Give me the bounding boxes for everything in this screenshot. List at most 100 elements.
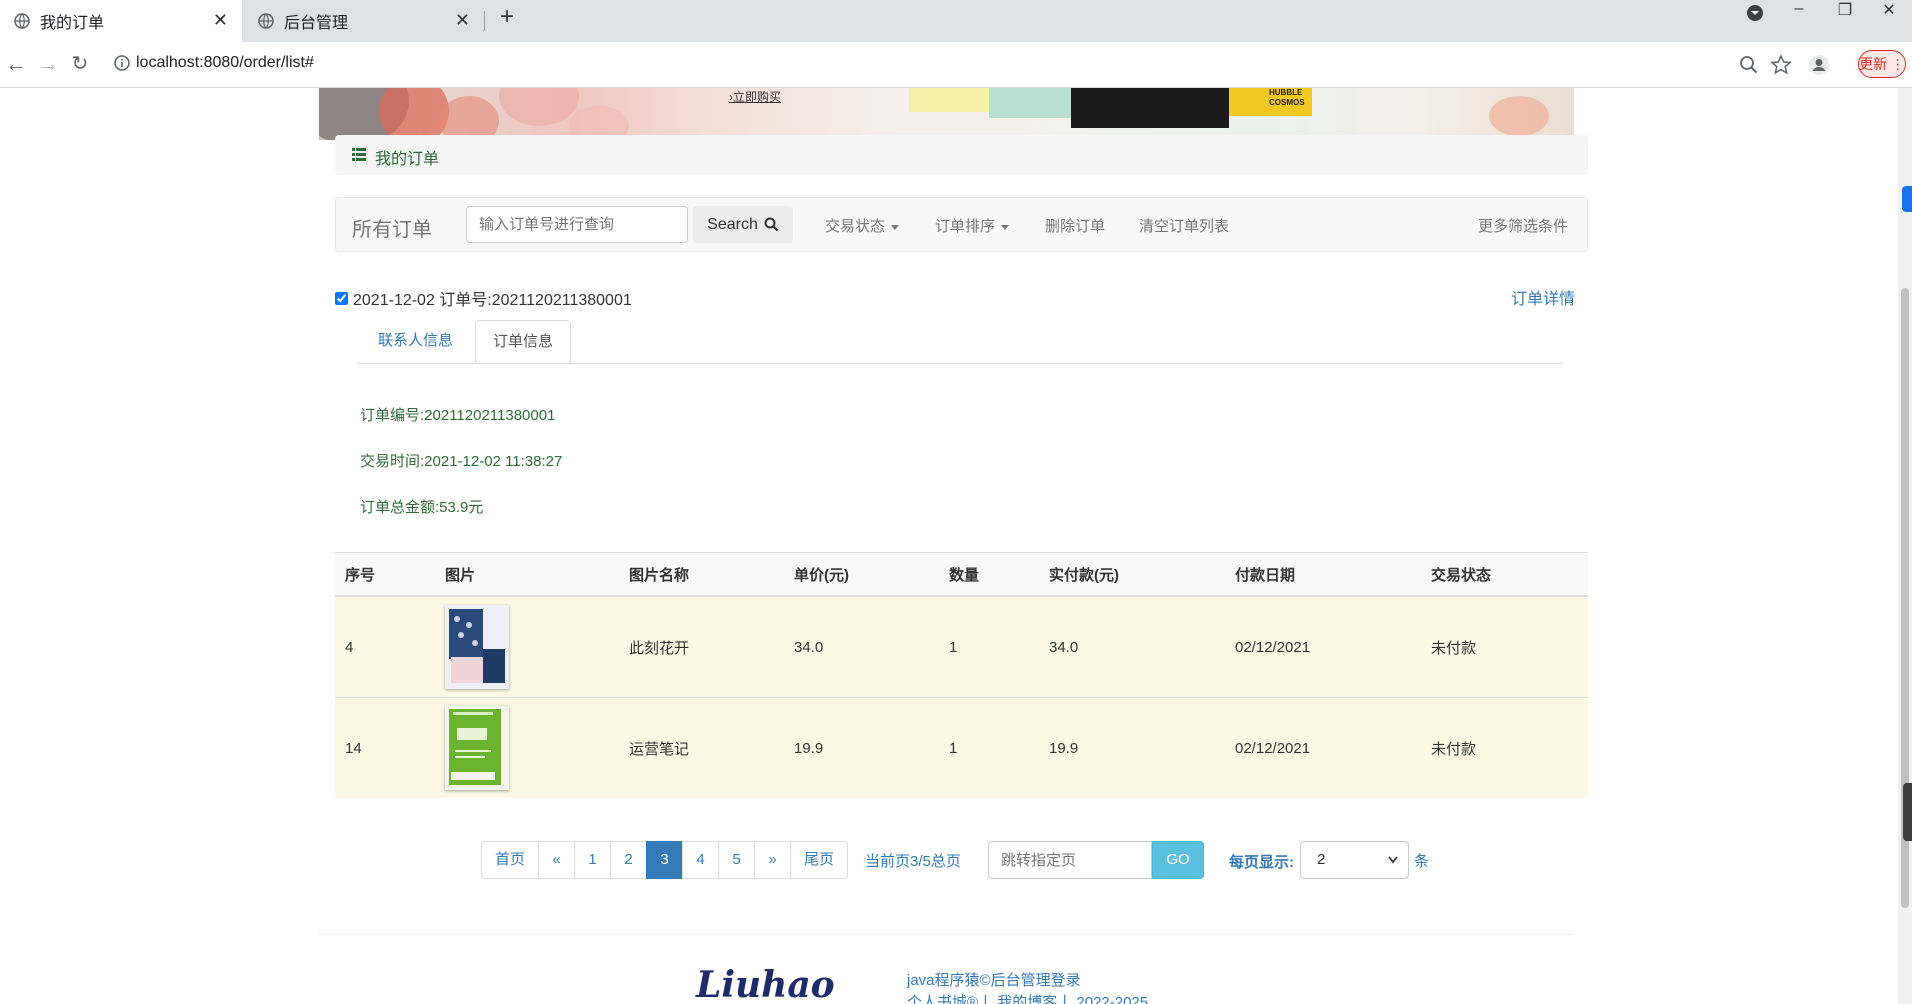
- breadcrumb: 我的订单: [335, 135, 1588, 175]
- close-icon[interactable]: ✕: [455, 10, 470, 31]
- new-tab-plus-icon[interactable]: +: [492, 3, 522, 31]
- page-scrollbar[interactable]: [1898, 88, 1912, 1004]
- order-select-checkbox[interactable]: [335, 291, 348, 305]
- search-icon: [764, 217, 779, 232]
- window-close-icon[interactable]: ✕: [1874, 0, 1904, 24]
- restore-icon[interactable]: ❐: [1830, 0, 1860, 24]
- side-extension-tab[interactable]: [1902, 186, 1912, 212]
- go-button[interactable]: GO: [1152, 841, 1204, 879]
- jump-page-input[interactable]: [988, 841, 1152, 879]
- url-field[interactable]: localhost:8080/order/list#: [108, 47, 1908, 81]
- table-row: 4 此刻花开 34.0 1 34.0 02/12/2021 未付款: [335, 595, 1588, 698]
- banner-decoration: [439, 96, 499, 140]
- page-number[interactable]: 5: [718, 841, 755, 879]
- bookmark-star-icon[interactable]: [1770, 54, 1792, 76]
- table-row: 14 运营笔记 19.9 1 19.9 02/12/2021 未付款: [335, 697, 1588, 798]
- banner-buy-link[interactable]: ›立即购买: [729, 88, 781, 105]
- forward-arrow-icon[interactable]: →: [34, 51, 62, 77]
- column-header: 单价(元): [784, 552, 939, 597]
- row-name: 运营笔记: [619, 697, 784, 798]
- reload-icon[interactable]: ↻: [66, 51, 94, 76]
- info-icon: [114, 55, 130, 71]
- order-header-text: 2021-12-02 订单号:2021120211380001: [353, 292, 632, 309]
- order-search-input[interactable]: [466, 206, 688, 243]
- footer-divider: [319, 934, 1574, 935]
- row-name: 此刻花开: [619, 595, 784, 698]
- row-date: 02/12/2021: [1225, 697, 1421, 798]
- order-header: 2021-12-02 订单号:2021120211380001: [335, 286, 632, 310]
- tab-title: 我的订单: [40, 15, 105, 32]
- all-orders-brand[interactable]: 所有订单: [352, 213, 432, 242]
- browser-tab-bar: 我的订单 ✕ 后台管理 ✕ + – ❐ ✕: [0, 0, 1912, 42]
- caret-down-icon: [1001, 224, 1010, 230]
- per-page-unit: 条: [1414, 853, 1430, 870]
- row-paid: 34.0: [1039, 595, 1225, 698]
- promo-banner[interactable]: ›立即购买 HUBBLE COSMOS: [319, 88, 1574, 140]
- page-number-current[interactable]: 3: [646, 841, 683, 879]
- footer-links[interactable]: 个人书城®丨 我的博客丨 2022-2025: [907, 991, 1148, 1004]
- page-number[interactable]: 2: [610, 841, 647, 879]
- per-page-label: 每页显示:: [1229, 854, 1294, 871]
- per-page-value: 2: [1317, 851, 1326, 868]
- order-detail-link[interactable]: 订单详情: [1511, 285, 1575, 309]
- row-paid: 19.9: [1039, 697, 1225, 798]
- row-price: 19.9: [784, 697, 939, 798]
- row-image-cell: [435, 595, 619, 698]
- clear-order-list-link[interactable]: 清空订单列表: [1139, 215, 1229, 236]
- side-panel-handle[interactable]: [1903, 783, 1912, 841]
- order-sort-dropdown[interactable]: 订单排序: [935, 215, 1010, 236]
- close-icon[interactable]: ✕: [213, 10, 228, 31]
- book-cover-image[interactable]: [445, 605, 509, 689]
- table-header-row: 序号 图片 图片名称 单价(元) 数量 实付款(元) 付款日期 交易状态: [335, 552, 1588, 597]
- per-page-select[interactable]: 2: [1300, 841, 1409, 879]
- page-content: ›立即购买 HUBBLE COSMOS 我的订单 所有订单 Search 交易状…: [0, 88, 1912, 1004]
- profile-dropdown-icon[interactable]: [1740, 4, 1770, 28]
- search-button[interactable]: Search: [693, 206, 793, 243]
- delete-order-link[interactable]: 删除订单: [1045, 215, 1105, 236]
- banner-book-cover: [909, 88, 989, 112]
- row-date: 02/12/2021: [1225, 595, 1421, 698]
- page-first[interactable]: 首页: [481, 841, 539, 879]
- order-sort-label: 订单排序: [935, 218, 996, 235]
- browser-tab-admin[interactable]: 后台管理 ✕: [244, 0, 484, 42]
- globe-icon: [258, 13, 274, 29]
- banner-book-cover: [989, 88, 1074, 118]
- update-button[interactable]: 更新 ⋮: [1858, 50, 1906, 78]
- row-status: 未付款: [1421, 697, 1588, 798]
- page-info: 当前页3/5总页: [865, 853, 961, 870]
- page-next[interactable]: »: [754, 841, 791, 879]
- column-header: 实付款(元): [1039, 552, 1225, 597]
- back-arrow-icon[interactable]: ←: [2, 51, 30, 77]
- trade-status-dropdown[interactable]: 交易状态: [825, 215, 900, 236]
- row-quantity: 1: [939, 595, 1039, 698]
- page-number[interactable]: 1: [574, 841, 611, 879]
- row-image-cell: [435, 697, 619, 798]
- account-icon[interactable]: [1808, 54, 1830, 76]
- caret-down-icon: [891, 224, 900, 230]
- pagination: 首页 « 1 2 3 4 5 » 尾页: [481, 841, 848, 879]
- footer-admin-link[interactable]: java程序猿©后台管理登录: [907, 969, 1081, 990]
- tab-contact-info[interactable]: 联系人信息: [358, 320, 473, 362]
- tab-divider: [484, 11, 485, 31]
- globe-icon: [14, 13, 30, 29]
- order-tabs: 联系人信息 订单信息: [357, 320, 1564, 364]
- banner-book-cover: HUBBLE COSMOS: [1229, 88, 1312, 116]
- more-filters-link[interactable]: 更多筛选条件: [1478, 215, 1568, 236]
- zoom-icon[interactable]: [1738, 54, 1760, 76]
- update-label: 更新: [1859, 56, 1888, 72]
- page-prev[interactable]: «: [538, 841, 575, 879]
- page-last[interactable]: 尾页: [790, 841, 848, 879]
- column-header: 数量: [939, 552, 1039, 597]
- tab-order-info[interactable]: 订单信息: [475, 320, 572, 363]
- order-filter-navbar: 所有订单 Search 交易状态 订单排序 删除订单 清空订单列表 更多筛选条件: [335, 197, 1588, 252]
- page-number[interactable]: 4: [682, 841, 719, 879]
- order-items-table: 序号 图片 图片名称 单价(元) 数量 实付款(元) 付款日期 交易状态 4 此…: [335, 552, 1588, 798]
- tab-title: 后台管理: [284, 15, 349, 32]
- browser-tab-my-orders[interactable]: 我的订单 ✕: [0, 0, 242, 42]
- column-header: 图片名称: [619, 552, 784, 597]
- url-text: localhost:8080/order/list#: [136, 54, 314, 71]
- order-number: 订单编号:2021120211380001: [360, 407, 556, 424]
- book-cover-image[interactable]: [445, 706, 509, 790]
- banner-book-label: HUBBLE COSMOS: [1269, 88, 1305, 107]
- minimize-icon[interactable]: –: [1784, 0, 1814, 24]
